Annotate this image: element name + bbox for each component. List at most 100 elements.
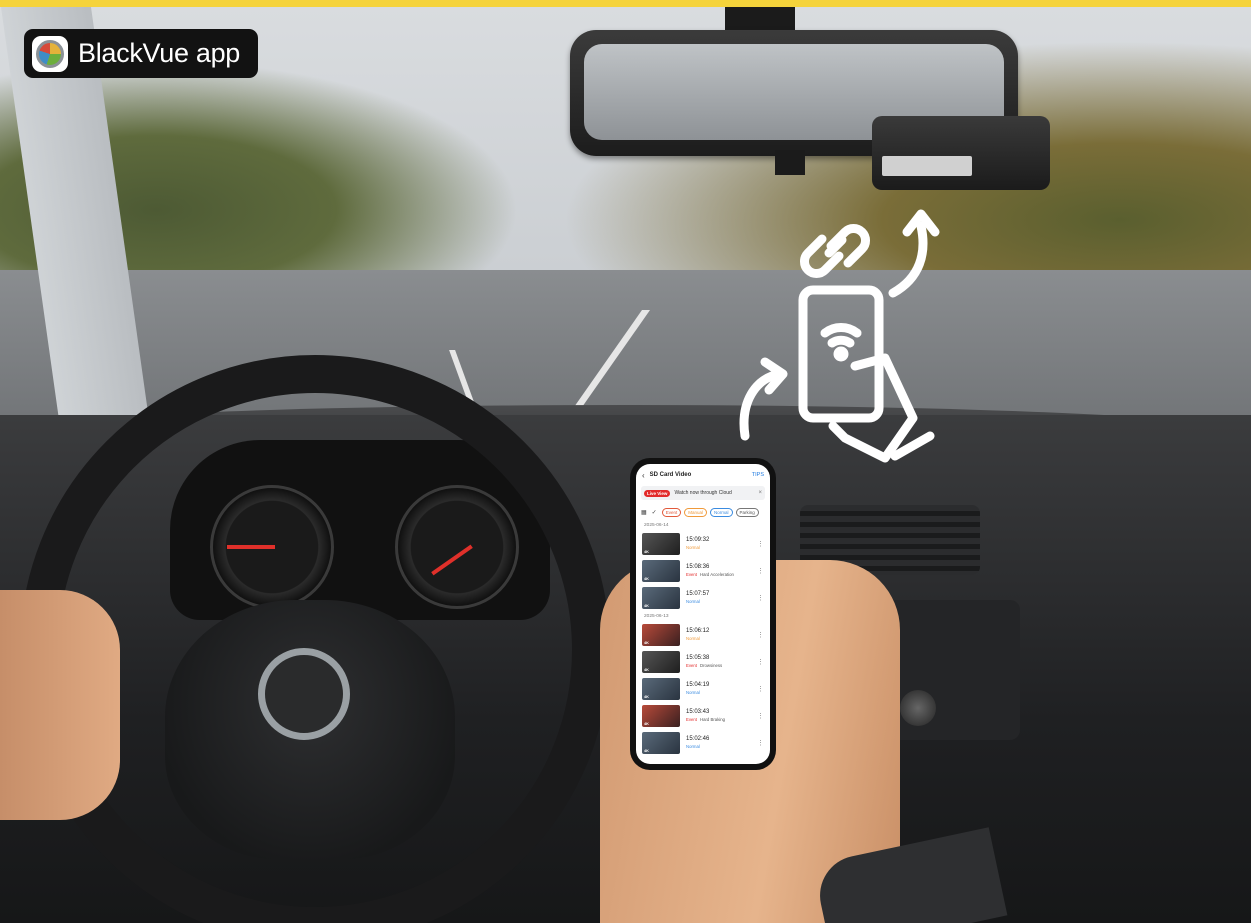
video-tag: Normal — [686, 599, 757, 604]
event-description: Drowsiness — [700, 663, 723, 668]
chain-link-icon — [800, 224, 870, 278]
filter-chip-parking[interactable]: Parking — [735, 507, 759, 517]
video-thumbnail[interactable]: 4K — [642, 704, 680, 727]
video-time: 15:05:38 — [686, 655, 710, 661]
video-thumbnail[interactable]: 4K — [642, 677, 680, 700]
resolution-badge: 4K — [644, 667, 649, 672]
video-list-item[interactable]: 4K 15:06:12 Normal ⋮ — [636, 621, 770, 648]
more-options-icon[interactable]: ⋮ — [757, 712, 764, 720]
video-info: 15:05:38 Event Drowsiness — [686, 655, 757, 668]
console-knob — [900, 690, 936, 726]
video-type-label: Event — [686, 663, 697, 668]
video-info: 15:03:43 Event Hard Braking — [686, 709, 757, 722]
curved-arrow-up-icon — [888, 209, 940, 298]
filter-bar: ▦ ✓ Event Manual Normal Parking — [636, 504, 770, 520]
video-time: 15:07:57 — [686, 591, 710, 597]
more-options-icon[interactable]: ⋮ — [757, 685, 764, 693]
video-list-item[interactable]: 4K 15:02:46 Normal ⋮ — [636, 729, 770, 756]
video-list-item[interactable]: 4K 15:04:19 Normal ⋮ — [636, 675, 770, 702]
tips-link[interactable]: TIPS — [752, 472, 764, 478]
event-description: Hard Acceleration — [700, 572, 734, 577]
video-info: 15:07:57 Normal — [686, 591, 757, 604]
smartphone: ‹ SD Card Video TIPS Live View Watch now… — [630, 458, 776, 770]
checkmark-icon[interactable]: ✓ — [652, 509, 657, 516]
video-list-item[interactable]: 4K 15:03:43 Event Hard Braking ⋮ — [636, 702, 770, 729]
filter-chip-manual[interactable]: Manual — [684, 507, 707, 517]
video-list-item[interactable]: 4K 15:05:38 Event Drowsiness ⋮ — [636, 648, 770, 675]
app-badge-text: BlackVue app — [78, 38, 241, 68]
video-time: 15:08:36 — [686, 564, 710, 570]
video-list-item[interactable]: 4K 15:09:32 Normal ⋮ — [636, 530, 770, 557]
video-type-label: Normal — [686, 744, 700, 749]
connection-illustration — [739, 209, 940, 463]
video-thumbnail[interactable]: 4K — [642, 731, 680, 754]
filter-chip-event[interactable]: Event — [661, 507, 682, 517]
resolution-badge: 4K — [644, 576, 649, 581]
resolution-badge: 4K — [644, 721, 649, 726]
more-options-icon[interactable]: ⋮ — [757, 658, 764, 666]
video-tag: Event Drowsiness — [686, 663, 757, 668]
video-info: 15:08:36 Event Hard Acceleration — [686, 564, 757, 577]
video-list-item[interactable]: 4K 15:08:36 Event Hard Acceleration ⋮ — [636, 557, 770, 584]
close-icon[interactable]: × — [758, 490, 762, 496]
resolution-badge: 4K — [644, 603, 649, 608]
video-info: 15:06:12 Normal — [686, 628, 757, 641]
video-tag: Event Hard Braking — [686, 717, 757, 722]
resolution-badge: 4K — [644, 748, 649, 753]
mirror-base — [775, 150, 805, 175]
resolution-badge: 4K — [644, 640, 649, 645]
video-type-label: Normal — [686, 599, 700, 604]
video-type-label: Normal — [686, 545, 700, 550]
app-badge: BlackVue app — [24, 29, 258, 78]
screen-header: ‹ SD Card Video TIPS — [636, 464, 770, 486]
dashcam-device — [872, 116, 1050, 190]
phone-screen: ‹ SD Card Video TIPS Live View Watch now… — [636, 464, 770, 764]
video-tag: Normal — [686, 690, 757, 695]
video-info: 15:02:46 Normal — [686, 736, 757, 749]
video-type-label: Normal — [686, 636, 700, 641]
more-options-icon[interactable]: ⋮ — [757, 739, 764, 747]
more-options-icon[interactable]: ⋮ — [757, 567, 764, 575]
blackvue-logo-icon — [32, 35, 68, 72]
video-type-label: Event — [686, 717, 697, 722]
video-thumbnail[interactable]: 4K — [642, 623, 680, 646]
video-time: 15:03:43 — [686, 709, 710, 715]
date-header: 2025-06-14 — [644, 523, 669, 528]
video-type-label: Normal — [686, 690, 700, 695]
video-time: 15:02:46 — [686, 736, 710, 742]
video-tag: Normal — [686, 545, 757, 550]
more-options-icon[interactable]: ⋮ — [757, 540, 764, 548]
date-header: 2025-06-13 — [644, 614, 669, 619]
video-type-label: Event — [686, 572, 697, 577]
dashcam-label — [882, 156, 972, 176]
accent-bar — [0, 0, 1251, 7]
video-thumbnail[interactable]: 4K — [642, 559, 680, 582]
video-thumbnail[interactable]: 4K — [642, 532, 680, 555]
cloud-banner[interactable]: Live View Watch now through Cloud × — [641, 486, 765, 500]
video-time: 15:06:12 — [686, 628, 710, 634]
video-list: 2025-06-14 4K 15:09:32 Normal ⋮ 4K 15:08:36 Eve… — [636, 520, 770, 756]
screen-title: SD Card Video — [649, 472, 692, 478]
back-arrow-icon[interactable]: ‹ — [642, 471, 645, 480]
video-thumbnail[interactable]: 4K — [642, 650, 680, 673]
video-tag: Normal — [686, 744, 757, 749]
video-list-item[interactable]: 4K 15:07:57 Normal ⋮ — [636, 584, 770, 611]
resolution-badge: 4K — [644, 549, 649, 554]
left-hand — [0, 590, 120, 820]
more-options-icon[interactable]: ⋮ — [757, 594, 764, 602]
video-time: 15:04:19 — [686, 682, 710, 688]
calendar-icon[interactable]: ▦ — [641, 509, 647, 516]
video-thumbnail[interactable]: 4K — [642, 586, 680, 609]
phone-wifi-hand-icon — [798, 285, 935, 463]
car-interior-scene: ‹ SD Card Video TIPS Live View Watch now… — [0, 0, 1251, 923]
filter-chip-normal[interactable]: Normal — [709, 507, 733, 517]
event-description: Hard Braking — [700, 717, 726, 722]
more-options-icon[interactable]: ⋮ — [757, 631, 764, 639]
video-info: 15:04:19 Normal — [686, 682, 757, 695]
steering-logo — [258, 648, 350, 740]
live-view-badge[interactable]: Live View — [644, 489, 671, 497]
video-time: 15:09:32 — [686, 537, 710, 543]
video-tag: Event Hard Acceleration — [686, 572, 757, 577]
video-info: 15:09:32 Normal — [686, 537, 757, 550]
connect-icon-group — [735, 198, 940, 488]
